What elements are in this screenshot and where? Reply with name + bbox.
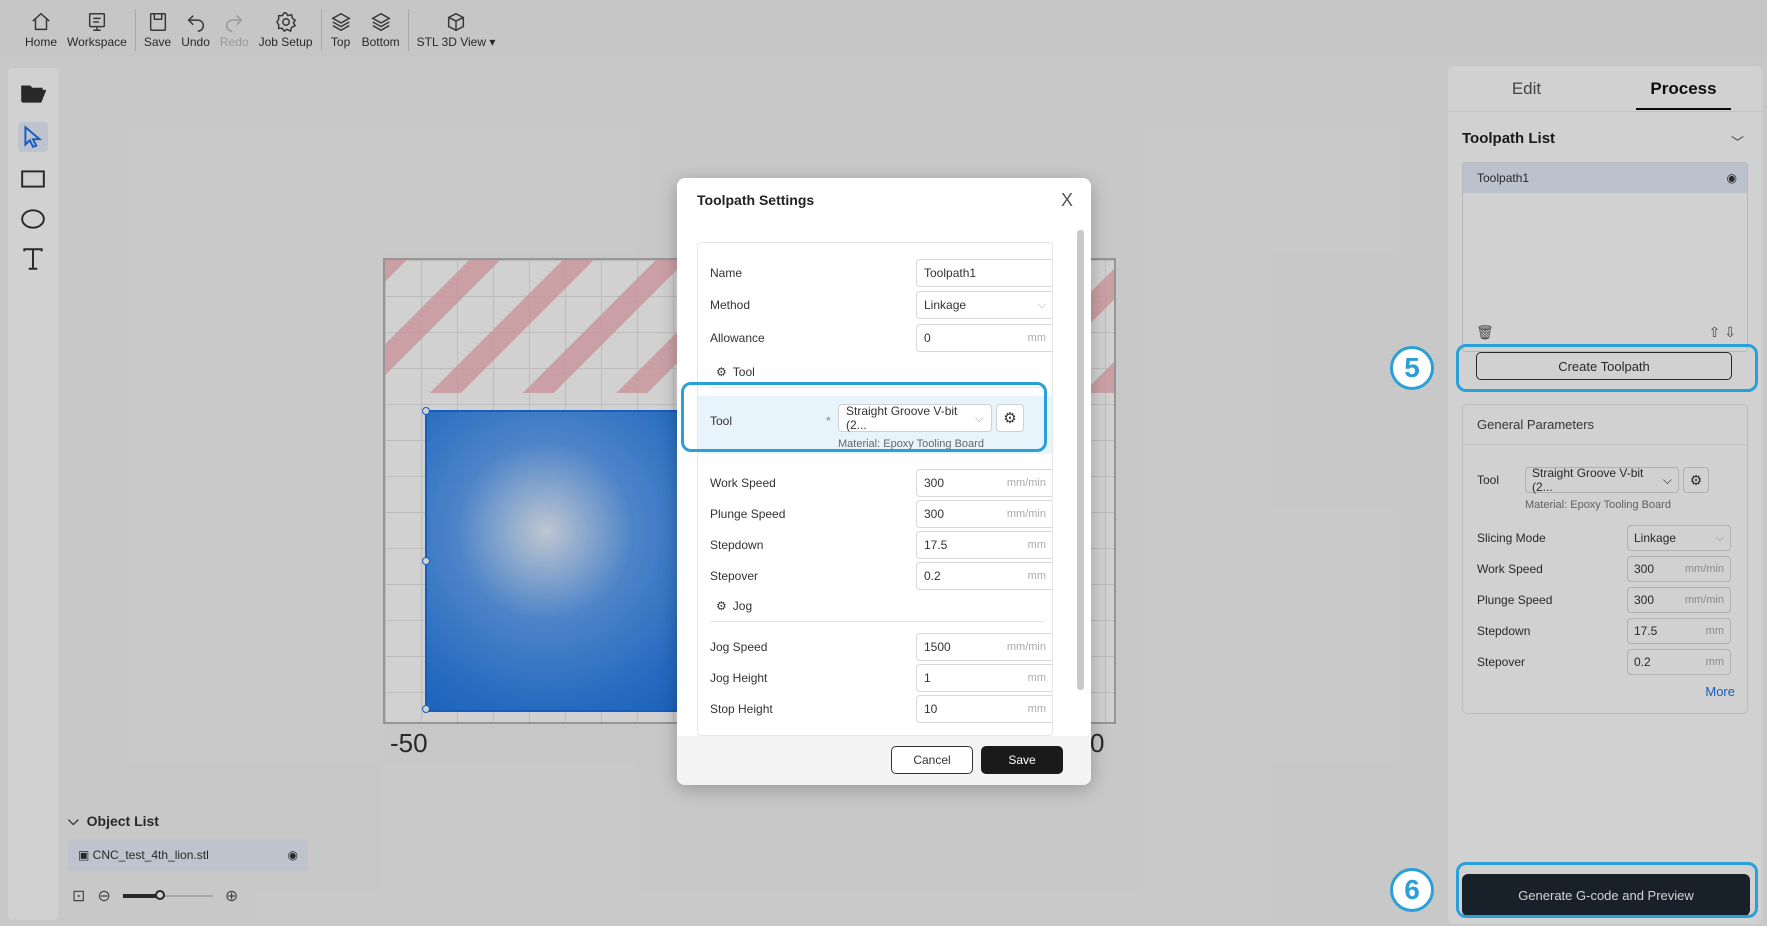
method-row: Method Linkage ⌵ (710, 291, 1052, 319)
unit-label: mm (1027, 539, 1046, 551)
method-select[interactable]: Linkage ⌵ (916, 291, 1052, 319)
allowance-value: 0 (924, 331, 931, 345)
chevron-down-icon: ⌵ (1037, 298, 1046, 311)
stop-height-label: Stop Height (710, 702, 773, 716)
unit-label: mm/min (1006, 641, 1046, 653)
dialog-scrollbar[interactable] (1077, 230, 1084, 690)
unit-label: mm (1027, 570, 1046, 582)
gear-icon: ⚙ (716, 599, 727, 613)
stepdown-label: Stepdown (710, 538, 764, 552)
allowance-row: Allowance 0 mm (710, 324, 1052, 352)
save-button[interactable]: Save (981, 746, 1063, 774)
section-divider (710, 621, 1044, 622)
tool-section-header: ⚙ Tool (716, 365, 755, 379)
name-value: Toolpath1 (924, 266, 977, 280)
generate-gcode-highlight (1456, 862, 1758, 918)
step-marker-5: 5 (1390, 346, 1434, 390)
stepover-row: Stepover 0.2 mm (710, 562, 1052, 590)
dialog-title: Toolpath Settings (697, 192, 815, 208)
jog-speed-row: Jog Speed 1500 mm/min (710, 633, 1052, 661)
toolpath-settings-dialog: Toolpath Settings X Name Toolpath1 Metho… (677, 178, 1091, 785)
stepover-value: 0.2 (924, 569, 941, 583)
tool-row-highlight (681, 382, 1047, 452)
unit-label: mm (1027, 672, 1046, 684)
allowance-input[interactable]: 0 mm (916, 324, 1052, 352)
jog-section-label: Jog (732, 599, 753, 613)
unit-label: mm (1027, 332, 1046, 344)
gear-icon: ⚙ (716, 365, 727, 379)
allowance-label: Allowance (710, 331, 765, 345)
stop-height-row: Stop Height 10 mm (710, 695, 1052, 723)
name-input[interactable]: Toolpath1 (916, 259, 1052, 287)
plunge-speed-row: Plunge Speed 300 mm/min (710, 500, 1052, 528)
stepover-label: Stepover (710, 569, 759, 583)
work-speed-input[interactable]: 300 mm/min (916, 469, 1052, 497)
dialog-form: Name Toolpath1 Method Linkage ⌵ Allowance… (697, 242, 1053, 736)
stop-height-value: 10 (924, 702, 938, 716)
jog-speed-input[interactable]: 1500 mm/min (916, 633, 1052, 661)
plunge-speed-input[interactable]: 300 mm/min (916, 500, 1052, 528)
stepdown-value: 17.5 (924, 538, 948, 552)
jog-height-row: Jog Height 1 mm (710, 664, 1052, 692)
plunge-speed-value: 300 (924, 507, 945, 521)
method-value: Linkage (924, 298, 967, 312)
jog-height-value: 1 (924, 671, 931, 685)
name-row: Name Toolpath1 (710, 259, 1052, 287)
unit-label: mm (1027, 703, 1046, 715)
work-speed-label: Work Speed (710, 476, 776, 490)
jog-speed-value: 1500 (924, 640, 951, 654)
unit-label: mm/min (1006, 477, 1046, 489)
cancel-button[interactable]: Cancel (891, 746, 973, 774)
stepdown-input[interactable]: 17.5 mm (916, 531, 1052, 559)
plunge-speed-label: Plunge Speed (710, 507, 786, 521)
name-label: Name (710, 266, 743, 280)
unit-label: mm/min (1006, 508, 1046, 520)
stepover-input[interactable]: 0.2 mm (916, 562, 1052, 590)
work-speed-row: Work Speed 300 mm/min (710, 469, 1052, 497)
stepdown-row: Stepdown 17.5 mm (710, 531, 1052, 559)
method-label: Method (710, 298, 751, 312)
jog-speed-label: Jog Speed (710, 640, 768, 654)
create-toolpath-highlight (1456, 344, 1758, 392)
step-marker-6: 6 (1390, 868, 1434, 912)
tool-section-label: Tool (732, 365, 755, 379)
jog-height-label: Jog Height (710, 671, 768, 685)
stop-height-input[interactable]: 10 mm (916, 695, 1052, 723)
jog-height-input[interactable]: 1 mm (916, 664, 1052, 692)
jog-section-header: ⚙ Jog (716, 599, 752, 613)
close-icon[interactable]: X (1061, 190, 1073, 211)
work-speed-value: 300 (924, 476, 945, 490)
dialog-footer: Cancel Save (677, 736, 1091, 785)
